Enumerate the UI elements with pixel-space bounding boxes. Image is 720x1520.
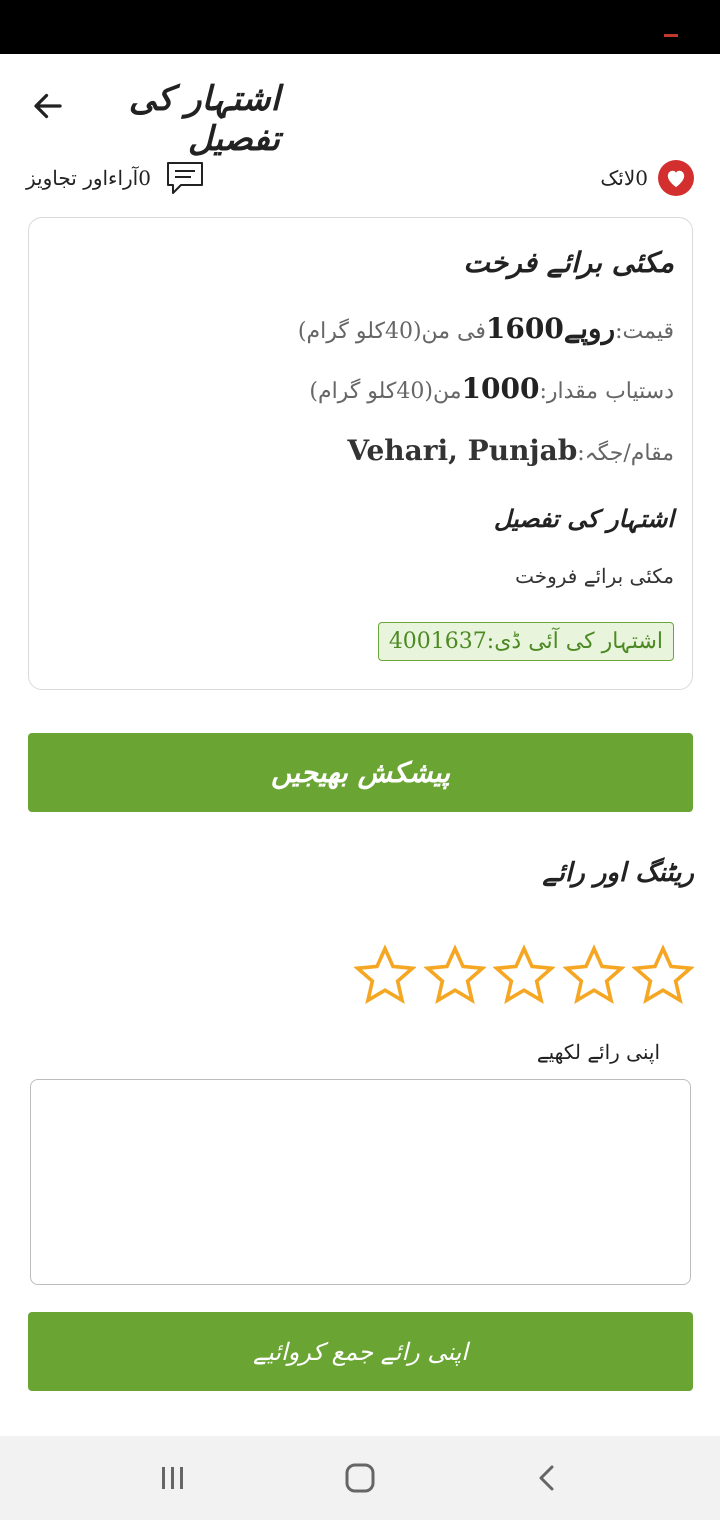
send-offer-button[interactable]: پیشکش بھیجیں (28, 733, 693, 812)
price-unit: فی من(40کلو گرام) (297, 319, 486, 344)
likes-count-label: 0لائک (600, 166, 648, 190)
description-text: مکئی برائے فروخت (515, 564, 674, 588)
star-icon[interactable] (632, 944, 694, 1006)
comments-counter[interactable]: 0آراءاور تجاویز (26, 159, 205, 197)
quantity-value: 1000 (461, 372, 540, 405)
quantity-unit: من(40کلو گرام) (309, 379, 462, 404)
recent-apps-icon (162, 1467, 183, 1489)
page-title: اشتہار کی تفصیل (128, 79, 280, 159)
star-icon[interactable] (493, 944, 555, 1006)
app-header: اشتہار کی تفصیل (0, 54, 720, 159)
quantity-row: دستیاب مقدار:1000من(40کلو گرام) (309, 372, 674, 405)
recent-apps-button[interactable] (153, 1458, 193, 1498)
back-button[interactable] (26, 84, 70, 128)
likes-counter[interactable]: 0لائک (600, 159, 694, 197)
comments-count-label: 0آراءاور تجاویز (26, 166, 151, 190)
price-label: قیمت: (615, 319, 674, 344)
arrow-left-icon (34, 93, 62, 119)
rating-title: ریٹنگ اور رائے (542, 858, 694, 888)
star-icon[interactable] (562, 944, 625, 1006)
price-value: روپے1600 (485, 312, 616, 345)
location-label: مقام/جگہ: (577, 441, 674, 466)
ad-title: مکئی برائے فرخت (463, 246, 674, 279)
meta-row: 0آراءاور تجاویز 0لائک (0, 155, 720, 201)
price-row: قیمت:روپے1600فی من(40کلو گرام) (298, 312, 674, 345)
submit-review-button[interactable]: اپنی رائے جمع کروائیے (28, 1312, 693, 1391)
comment-icon (166, 162, 203, 194)
heart-icon (658, 160, 694, 196)
system-nav-bar (0, 1436, 720, 1520)
chevron-left-icon (539, 1465, 554, 1491)
home-button[interactable] (340, 1458, 380, 1498)
status-indicator (664, 34, 678, 37)
ad-id-badge: اشتہار کی آئی ڈی:4001637 (377, 622, 674, 661)
description-heading: اشتہار کی تفصیل (493, 504, 674, 533)
location-row: مقام/جگہ:Vehari, Punjab (347, 434, 674, 467)
location-value: Vehari, Punjab (347, 434, 578, 467)
review-textarea[interactable] (30, 1079, 691, 1285)
star-rating[interactable] (354, 944, 694, 1008)
system-back-button[interactable] (528, 1458, 568, 1498)
status-bar (0, 0, 720, 54)
ad-details-card: مکئی برائے فرخت قیمت:روپے1600فی من(40کلو… (28, 217, 693, 690)
quantity-label: دستیاب مقدار: (539, 379, 674, 404)
home-icon (345, 1463, 375, 1493)
star-icon[interactable] (423, 944, 486, 1006)
review-field-label: اپنی رائے لکھیے (528, 1040, 668, 1064)
star-icon[interactable] (354, 944, 416, 1006)
